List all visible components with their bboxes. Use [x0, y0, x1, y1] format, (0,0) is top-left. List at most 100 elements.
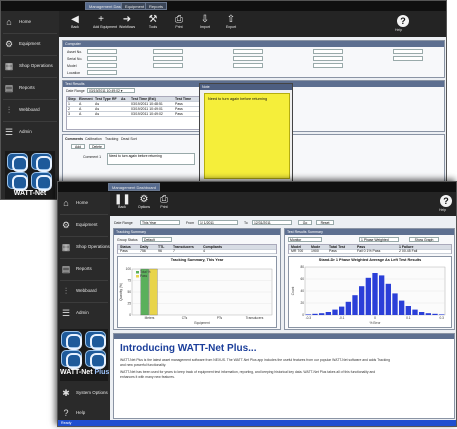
tab-dead-sort[interactable]: Dead Sort: [121, 137, 137, 141]
plus-icon: +: [98, 14, 104, 25]
question-icon: ?: [63, 408, 69, 418]
from-date-field[interactable]: 1/ 1/2011: [198, 220, 238, 225]
panel-title: Tracking Summary: [114, 229, 280, 235]
panel-title: Computer: [63, 41, 444, 47]
table-row[interactable]: 3 A As 03/19/2011 10:49:02 Pass: [67, 112, 199, 117]
form-field[interactable]: [153, 49, 183, 54]
gauge-icon: [61, 331, 82, 350]
back-button[interactable]: ❚❚ Back: [114, 194, 131, 214]
tracking-chart: Tracking Summary, This Year 0 25 50 75 100 Me…: [117, 256, 277, 328]
add-equipment-button[interactable]: + Add Equipment: [93, 14, 117, 34]
table-cell: Pass: [175, 112, 183, 116]
tools-button[interactable]: ⚒ Tools: [145, 14, 161, 34]
x-tick-label: PTs: [217, 316, 223, 320]
divider: [60, 236, 108, 237]
front-logo: WATT-Net Plus: [60, 329, 109, 381]
to-date-field[interactable]: 12/31/2011: [252, 220, 292, 225]
form-field[interactable]: [393, 49, 423, 54]
form-field[interactable]: [233, 56, 263, 61]
status-bar: Ready: [58, 420, 456, 426]
tab-calibration[interactable]: Calibration: [85, 137, 102, 141]
y-axis-label: Count: [291, 287, 295, 296]
pause-icon: ❚❚: [114, 194, 131, 205]
front-tab-dashboard[interactable]: Management Dashboard: [108, 183, 161, 191]
asset-number-field[interactable]: [87, 49, 117, 54]
help-button[interactable]: ?: [397, 15, 409, 27]
serial-number-field[interactable]: [87, 56, 117, 61]
comment-text-field[interactable]: Need to turn again before returning: [107, 153, 195, 165]
from-label: From: [186, 221, 195, 225]
show-graph-button[interactable]: Show Graph: [409, 237, 439, 242]
location-field[interactable]: [87, 70, 117, 75]
document-icon: ▤: [61, 264, 71, 274]
export-button[interactable]: ⇧ Export: [223, 14, 239, 34]
form-field[interactable]: [313, 49, 343, 54]
reset-button[interactable]: Reset: [316, 220, 334, 225]
print-button[interactable]: ⎙ Print: [156, 194, 172, 214]
delete-comment-button[interactable]: Delete: [89, 144, 105, 149]
gauge-icon: [85, 331, 106, 350]
form-field[interactable]: [233, 49, 263, 54]
divider: [60, 258, 108, 259]
list-icon: ☰: [4, 127, 14, 137]
tab-tracking[interactable]: Tracking: [105, 137, 118, 141]
y-tick-label: 75: [127, 279, 131, 283]
tab-comments[interactable]: Comments: [65, 137, 83, 141]
x-tick-label: 0.1: [406, 316, 411, 320]
form-field[interactable]: [153, 63, 183, 68]
legend-label: Pass: [140, 274, 147, 278]
add-comment-button[interactable]: Add: [71, 144, 85, 149]
chart-title: Tracking Summary, This Year: [170, 258, 224, 262]
x-tick-label: CTs: [182, 316, 188, 320]
options-button[interactable]: ⚙ Options: [136, 194, 152, 214]
logo-text: WATT-Net Plus: [60, 369, 109, 376]
form-field[interactable]: [233, 63, 263, 68]
x-tick-label: Transducers: [246, 316, 264, 320]
grid-icon: ▦: [61, 242, 71, 252]
back-tab-reports[interactable]: Reports: [145, 2, 168, 10]
front-sidebar: ⌂ Home ⚙ Equipment ▦ Shop Operations ▤ Repor…: [58, 192, 110, 426]
back-sidebar: ⌂ Home ⚙ Equipment ▦ Shop Operations ▤ Repor…: [1, 11, 59, 199]
intro-title: Introducing WATT-Net Plus...: [120, 343, 257, 354]
table-row[interactable]: Pass 756 96 7 4: [118, 249, 276, 254]
workflow-icon: ➜: [122, 14, 132, 25]
y-tick-label: 25: [127, 302, 131, 306]
histogram-bar: [419, 312, 425, 315]
form-field[interactable]: [153, 56, 183, 61]
table-cell: 96: [158, 249, 162, 253]
workflows-button[interactable]: ➜ Workflows: [119, 14, 135, 34]
document-icon: ▤: [4, 83, 14, 93]
import-icon: ⇩: [200, 14, 210, 25]
chart-icon: ⫶: [7, 105, 11, 115]
form-field[interactable]: [313, 63, 343, 68]
go-button[interactable]: Go: [298, 220, 312, 225]
form-field[interactable]: [393, 56, 423, 61]
table-cell: 756: [140, 249, 146, 253]
meter-type-select[interactable]: Monitor: [288, 237, 322, 242]
histogram-bar: [319, 313, 325, 315]
histogram-bar: [399, 300, 405, 315]
help-button[interactable]: ?: [440, 195, 452, 207]
phase-select[interactable]: 1 Phase Weighted: [359, 237, 399, 242]
wrench-icon: ⚒: [148, 14, 158, 25]
import-button[interactable]: ⇩ Import: [197, 14, 213, 34]
export-icon: ⇧: [226, 14, 236, 25]
date-range-label: Date Range: [66, 89, 85, 93]
x-tick-label: 0: [374, 316, 376, 320]
dialog-title: Note: [200, 84, 292, 90]
print-button[interactable]: ⎙ Print: [171, 14, 187, 34]
back-button[interactable]: ◀ Back: [67, 14, 83, 34]
table-cell: 7: [173, 249, 175, 253]
y-axis-label: Quantity (%): [119, 283, 123, 301]
histogram-bar: [332, 309, 338, 315]
form-field[interactable]: [313, 56, 343, 61]
model-field[interactable]: [87, 63, 117, 68]
note-text: Need to turn again before returning: [208, 97, 268, 101]
table-row[interactable]: MR 700 1900 Pass Fail 0 1% Pass 2 00.45 …: [289, 249, 451, 254]
divider: [60, 214, 108, 215]
front-titlebar: Management Dashboard: [58, 182, 456, 192]
group-status-select[interactable]: Default: [142, 237, 172, 242]
gauge-icon: [7, 172, 28, 191]
test-date-select[interactable]: 03/19/2011 10:49:02 ▾: [87, 88, 135, 93]
date-range-select[interactable]: This Year: [140, 220, 180, 225]
